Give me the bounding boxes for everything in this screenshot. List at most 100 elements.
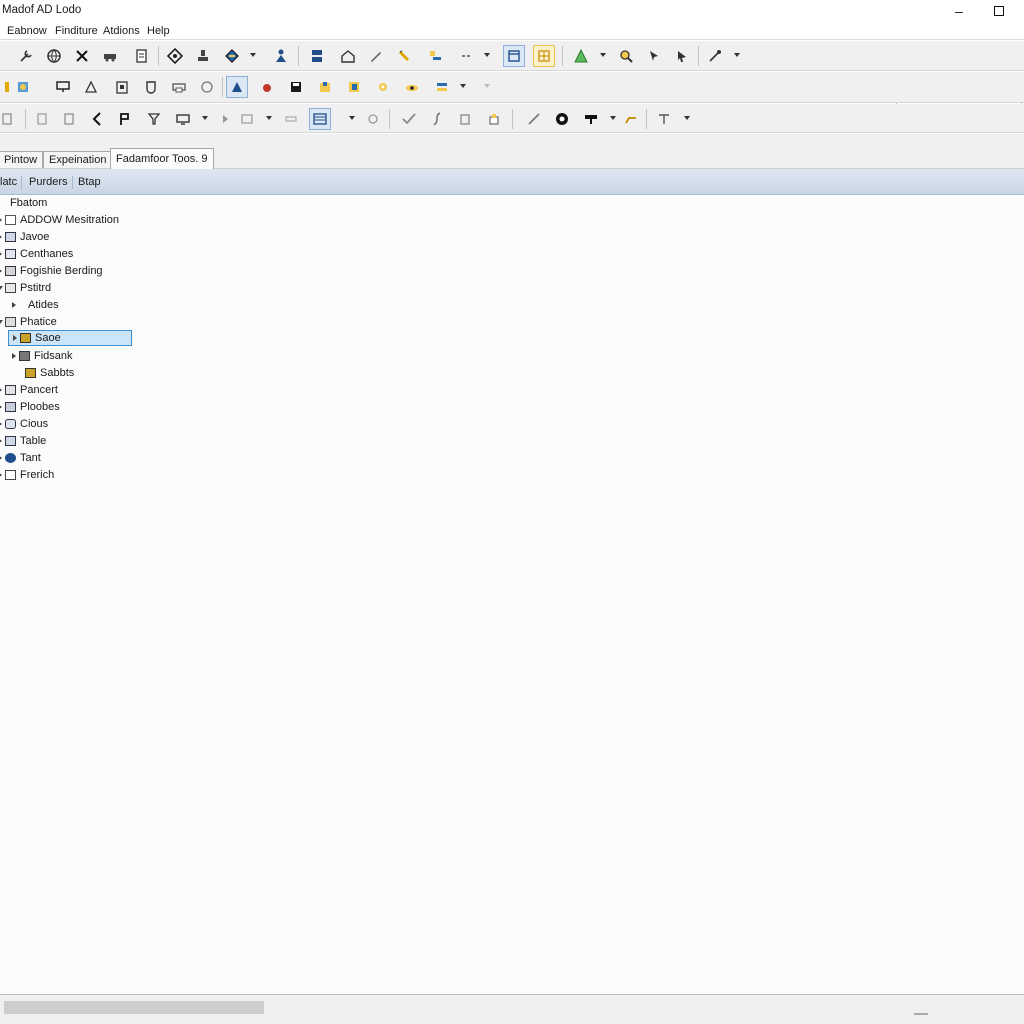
expand-arrow-icon[interactable] — [0, 234, 2, 240]
tree-item[interactable]: Tant — [0, 450, 41, 466]
globe-icon[interactable] — [43, 45, 65, 67]
magnifier-icon[interactable] — [615, 45, 637, 67]
eye-icon[interactable] — [401, 76, 423, 98]
link-icon[interactable] — [455, 45, 477, 67]
column-purders[interactable]: Purders — [25, 176, 73, 189]
clipboard-icon[interactable] — [111, 76, 133, 98]
person-icon[interactable] — [270, 45, 292, 67]
calendar-icon[interactable] — [503, 45, 525, 67]
expand-arrow-icon[interactable] — [13, 335, 17, 341]
lock-icon[interactable] — [483, 108, 505, 130]
tree-item-selected[interactable]: Saoe — [8, 330, 132, 346]
chart-icon[interactable] — [424, 45, 446, 67]
expand-arrow-icon[interactable] — [0, 387, 2, 393]
paste-icon[interactable] — [58, 108, 80, 130]
tree-item[interactable]: Fidsank — [12, 348, 73, 364]
tree-item[interactable]: ADDOW Mesitration — [0, 212, 119, 228]
collapse-arrow-icon[interactable] — [0, 286, 3, 290]
table-icon[interactable] — [309, 108, 331, 130]
expand-arrow-icon[interactable] — [0, 455, 2, 461]
text-icon[interactable] — [653, 108, 675, 130]
cup-icon[interactable] — [140, 76, 162, 98]
brush-icon[interactable] — [580, 108, 602, 130]
users-icon[interactable] — [226, 76, 248, 98]
resize-grip-icon[interactable] — [914, 1013, 928, 1015]
server-icon[interactable] — [306, 45, 328, 67]
pointer-icon[interactable] — [643, 45, 665, 67]
document-icon[interactable] — [130, 45, 152, 67]
expand-arrow-icon[interactable] — [12, 302, 16, 308]
tree-item[interactable]: Pstitrd — [0, 280, 51, 296]
refresh-icon[interactable] — [12, 76, 34, 98]
tab-expeination[interactable]: Expeination — [43, 151, 113, 168]
tree-item[interactable]: Frerich — [0, 467, 54, 483]
copy-icon[interactable] — [31, 108, 53, 130]
pen-icon[interactable] — [365, 45, 387, 67]
tree-item[interactable]: Ploobes — [0, 399, 60, 415]
gear-icon[interactable] — [372, 76, 394, 98]
tree-item[interactable]: Javoe — [0, 229, 49, 245]
tab-pintow[interactable]: Pintow — [0, 151, 44, 168]
save-icon[interactable] — [285, 76, 307, 98]
maximize-button[interactable] — [988, 2, 1010, 20]
tree-item[interactable]: Phatice — [0, 314, 57, 330]
display-icon[interactable] — [172, 108, 194, 130]
wrench-icon[interactable] — [15, 45, 37, 67]
flag-icon[interactable] — [114, 108, 136, 130]
menu-item-file[interactable]: Eabnow — [7, 25, 47, 37]
column-btap[interactable]: Btap — [74, 176, 105, 189]
column-latc[interactable]: latc — [0, 176, 23, 189]
target-icon[interactable] — [164, 45, 186, 67]
check-icon[interactable] — [398, 108, 420, 130]
minus-icon[interactable] — [280, 108, 302, 130]
eyedropper-icon[interactable] — [704, 45, 726, 67]
truck-icon[interactable] — [99, 45, 121, 67]
menu-item-edit[interactable]: Finditure — [55, 25, 98, 37]
tree-item[interactable]: Fogishie Berding — [0, 263, 103, 279]
chevron-left-icon[interactable] — [86, 108, 108, 130]
tab-fadamfoor-toos[interactable]: Fadamfoor Toos. 9 — [110, 148, 214, 169]
tree-item[interactable]: Pancert — [0, 382, 58, 398]
folder-icon[interactable] — [314, 76, 336, 98]
tree-item[interactable]: Fbatom — [0, 195, 47, 211]
tree-item[interactable]: Sabbts — [25, 365, 74, 381]
shield-icon[interactable] — [551, 108, 573, 130]
minimize-button[interactable]: – — [948, 2, 970, 20]
expand-arrow-icon[interactable] — [0, 251, 2, 257]
expand-arrow-icon[interactable] — [0, 438, 2, 444]
expand-arrow-icon[interactable] — [0, 268, 2, 274]
monitor-icon[interactable] — [52, 76, 74, 98]
tree-item[interactable]: Atides — [12, 297, 59, 313]
menu-item-actions[interactable]: Atdions — [103, 25, 140, 37]
layers-icon[interactable] — [431, 76, 453, 98]
home-icon[interactable] — [337, 45, 359, 67]
tree-item[interactable]: Centhanes — [0, 246, 73, 262]
diamond-icon[interactable] — [221, 45, 243, 67]
tag-icon[interactable] — [196, 76, 218, 98]
cursor-icon[interactable] — [671, 45, 693, 67]
horizontal-scrollbar[interactable] — [4, 1001, 264, 1014]
expand-arrow-icon[interactable] — [0, 404, 2, 410]
play-icon[interactable] — [214, 108, 236, 130]
printer-icon[interactable] — [168, 76, 190, 98]
scale-icon[interactable] — [80, 76, 102, 98]
expand-arrow-icon[interactable] — [0, 217, 2, 223]
angle-icon[interactable] — [620, 108, 642, 130]
tree-item[interactable]: Cious — [0, 416, 48, 432]
list-icon[interactable] — [236, 108, 258, 130]
curve-icon[interactable] — [426, 108, 448, 130]
expand-arrow-icon[interactable] — [0, 421, 2, 427]
note-icon[interactable] — [343, 76, 365, 98]
panel-icon[interactable] — [0, 108, 18, 130]
expand-arrow-icon[interactable] — [12, 353, 16, 359]
line-icon[interactable] — [523, 108, 545, 130]
expand-arrow-icon[interactable] — [0, 472, 2, 478]
trash-icon[interactable] — [454, 108, 476, 130]
collapse-arrow-icon[interactable] — [0, 320, 3, 324]
bug-icon[interactable] — [256, 76, 278, 98]
tree-item[interactable]: Table — [0, 433, 46, 449]
menu-item-help[interactable]: Help — [147, 25, 170, 37]
close-icon[interactable] — [71, 45, 93, 67]
pencil-yellow-icon[interactable] — [393, 45, 415, 67]
filter-icon[interactable] — [143, 108, 165, 130]
